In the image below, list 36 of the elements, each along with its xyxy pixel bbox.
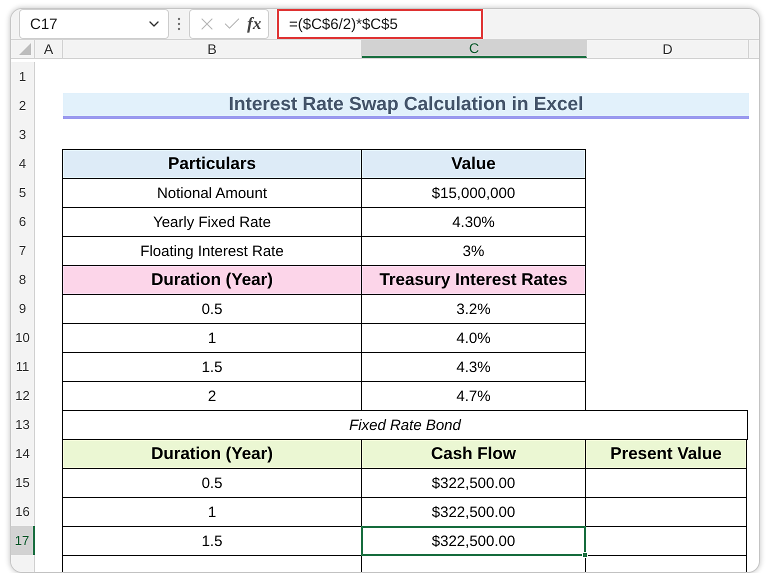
triangle-icon	[19, 43, 31, 55]
column-header[interactable]: D	[587, 40, 749, 58]
row-header[interactable]: 6	[11, 207, 35, 237]
column-heading: Cash Flow	[361, 439, 586, 469]
row-header[interactable]: 5	[11, 178, 35, 208]
row-header[interactable]: 8	[11, 265, 35, 295]
row-header[interactable]: 13	[11, 410, 35, 440]
row-header[interactable]: 15	[11, 468, 35, 498]
row-header[interactable]: 12	[11, 381, 35, 411]
row-header[interactable]: 14	[11, 439, 35, 469]
column-header[interactable]: C	[362, 40, 587, 58]
row-header[interactable]: 16	[11, 497, 35, 527]
column-heading: Duration (Year)	[62, 265, 362, 295]
formula-field[interactable]: =($C$6/2)*$C$5	[277, 9, 483, 39]
column-heading: Treasury Interest Rates	[361, 265, 586, 295]
column-heading: Duration (Year)	[62, 439, 362, 469]
row-header[interactable]: 11	[11, 352, 35, 382]
row-header[interactable]: 9	[11, 294, 35, 324]
row-header[interactable]: 7	[11, 236, 35, 266]
row-header[interactable]: 3	[11, 120, 35, 150]
row-header[interactable]: 10	[11, 323, 35, 353]
column-heading: Present Value	[585, 439, 747, 469]
sheet-title: Interest Rate Swap Calculation in Excel	[63, 93, 749, 119]
column-heading: Particulars	[62, 149, 362, 179]
more-icon[interactable]	[177, 17, 181, 31]
column-heading: Value	[361, 149, 586, 179]
insert-function-button[interactable]: fx	[247, 14, 262, 34]
fill-handle[interactable]	[582, 552, 588, 558]
table-cell: $322,500.00	[361, 526, 586, 556]
row-header[interactable]: 1	[11, 62, 35, 92]
table-caption: Fixed Rate Bond	[62, 410, 748, 440]
name-box[interactable]: C17	[19, 9, 169, 39]
row-header[interactable]: 2	[11, 91, 35, 121]
column-header[interactable]: A	[35, 40, 63, 58]
row-header[interactable]: 4	[11, 149, 35, 179]
row-header[interactable]: 17	[11, 526, 35, 556]
